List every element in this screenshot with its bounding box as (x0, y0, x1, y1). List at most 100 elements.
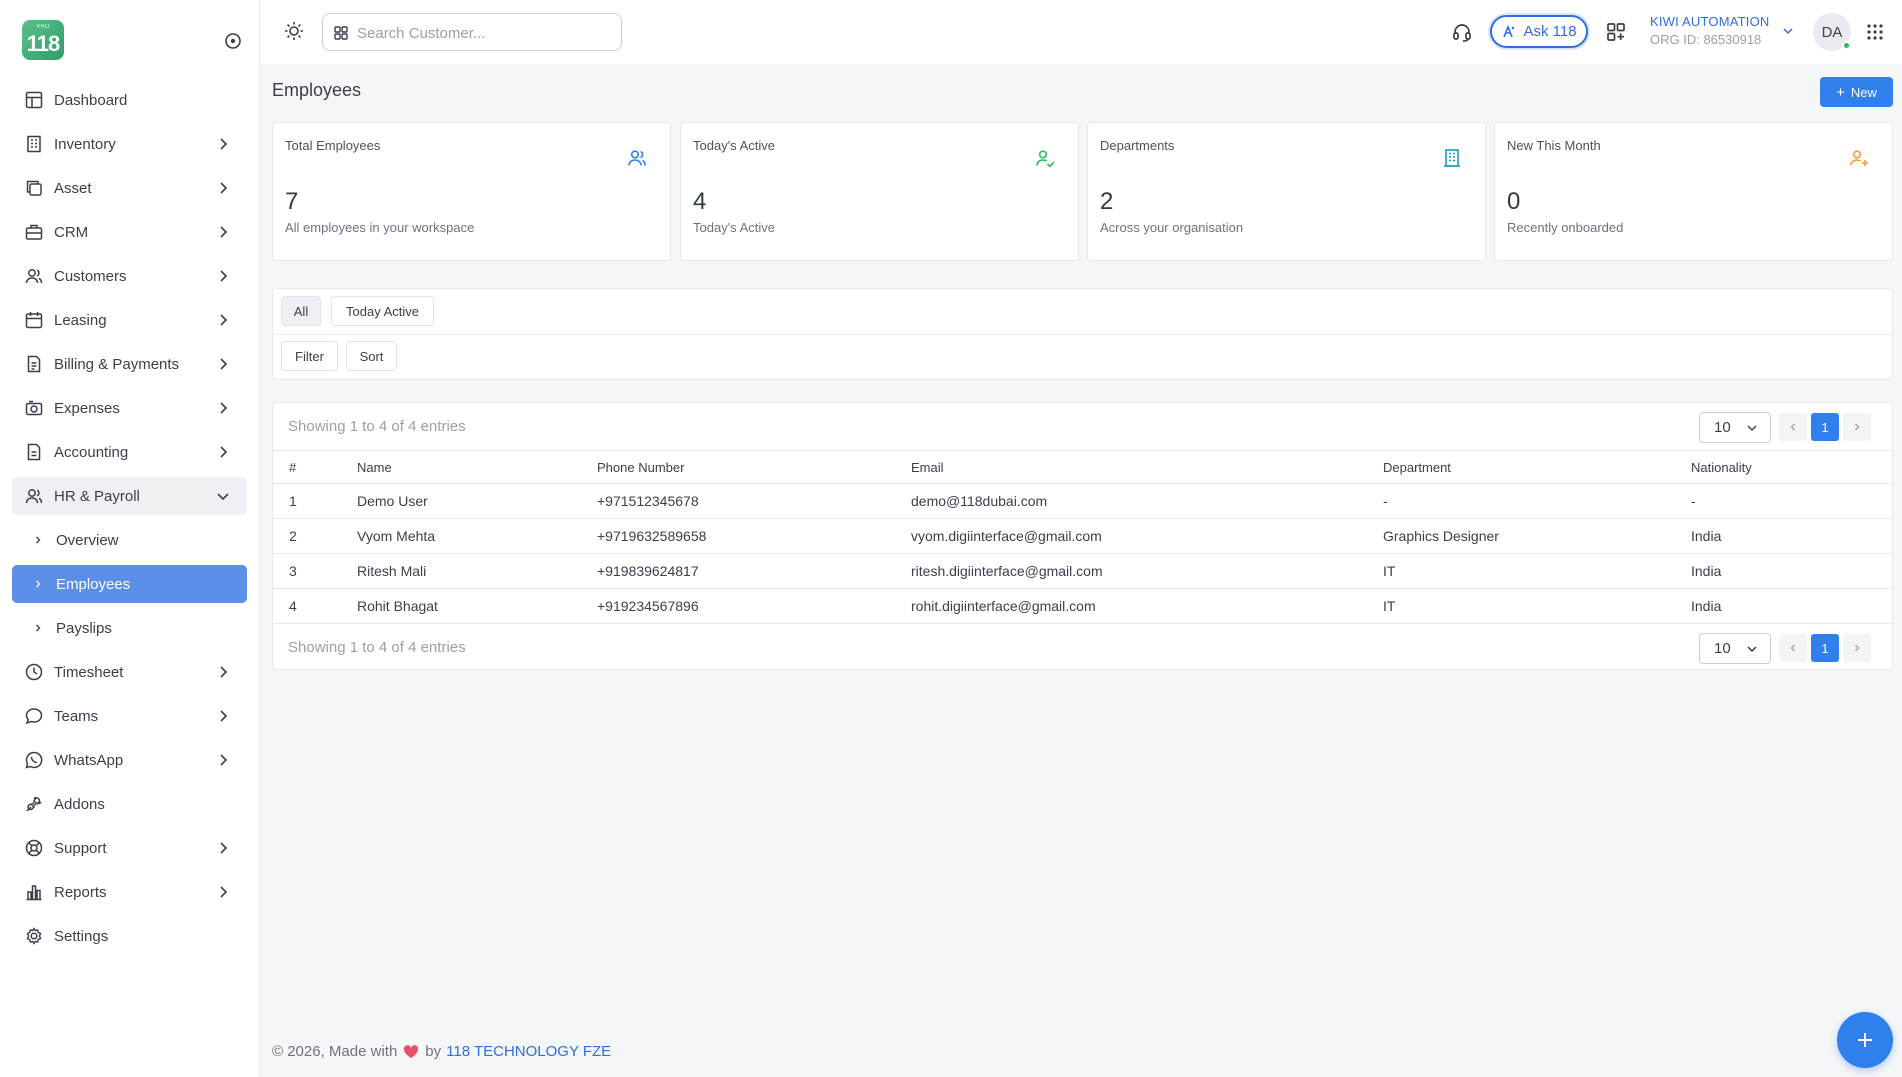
sidebar-item-label: Addons (54, 795, 105, 813)
ask-118-label: Ask 118 (1523, 23, 1577, 40)
sidebar-item-teams[interactable]: Teams (12, 697, 247, 735)
cell-nationality: - (1691, 483, 1894, 519)
user-plus-icon (1850, 150, 1868, 166)
sidebar-item-support[interactable]: Support (12, 829, 247, 867)
tab-today-active[interactable]: Today Active (331, 296, 434, 326)
chevron-right-icon (220, 182, 228, 194)
chevron-right-icon (220, 842, 228, 854)
sidebar-toggle-icon[interactable] (222, 30, 244, 52)
column-header[interactable]: Email (911, 450, 1383, 484)
stat-value: 2 (1100, 188, 1114, 215)
stat-subtext: Recently onboarded (1507, 220, 1624, 235)
sidebar-item-crm[interactable]: CRM (12, 213, 247, 251)
quick-add-button[interactable] (1837, 1012, 1893, 1068)
stat-subtext: All employees in your workspace (285, 220, 475, 235)
divider (273, 334, 1892, 335)
sidebar-item-timesheet[interactable]: Timesheet (12, 653, 247, 691)
cell-name[interactable]: Ritesh Mali (357, 553, 597, 589)
page-size-value: 10 (1714, 640, 1731, 657)
chevron-right-icon (36, 624, 41, 632)
top-bar: Ask 118 KIWI AUTOMATION ORG ID: 86530918… (261, 0, 1902, 64)
sidebar-item-billing-payments[interactable]: Billing & Payments (12, 345, 247, 383)
cell-name[interactable]: Demo User (357, 483, 597, 519)
search-input[interactable] (357, 22, 607, 44)
sidebar-subitem-label: Payslips (56, 619, 112, 637)
chevron-right-icon (220, 886, 228, 898)
sidebar-item-label: Dashboard (54, 91, 128, 109)
headset-icon[interactable] (1451, 21, 1473, 43)
next-page-button-bottom[interactable] (1843, 634, 1871, 662)
column-header[interactable]: Nationality (1691, 450, 1894, 484)
table-row[interactable]: 4 Rohit Bhagat +919234567896 rohit.digii… (273, 588, 1894, 624)
cell-nationality: India (1691, 588, 1894, 624)
sidebar-item-customers[interactable]: Customers (12, 257, 247, 295)
sidebar-item-expenses[interactable]: Expenses (12, 389, 247, 427)
avatar[interactable]: DA (1813, 13, 1851, 51)
table-row[interactable]: 3 Ritesh Mali +919839624817 ritesh.digii… (273, 553, 1894, 589)
cell-index: 4 (273, 588, 357, 624)
tab-all[interactable]: All (281, 296, 321, 326)
footer-company-link[interactable]: 118 TECHNOLOGY FZE (446, 1043, 611, 1060)
theme-toggle-icon[interactable] (283, 20, 305, 42)
app-logo[interactable]: PRO 118 (22, 20, 64, 60)
plus-icon: + (1836, 83, 1845, 101)
entries-info: Showing 1 to 4 of 4 entries (288, 418, 466, 435)
footer: © 2026, Made with by 118 TECHNOLOGY FZE (272, 1043, 611, 1060)
prev-page-button[interactable] (1779, 413, 1807, 441)
sidebar-subitem-overview[interactable]: Overview (12, 521, 247, 559)
org-switcher[interactable]: KIWI AUTOMATION ORG ID: 86530918 (1650, 14, 1780, 47)
sidebar-item-asset[interactable]: Asset (12, 169, 247, 207)
table-row[interactable]: 1 Demo User +971512345678 demo@118dubai.… (273, 483, 1894, 519)
sidebar-subitem-payslips[interactable]: Payslips (12, 609, 247, 647)
filter-button[interactable]: Filter (281, 341, 338, 371)
stat-card-new-this-month: New This Month 0 Recently onboarded (1494, 122, 1893, 261)
sidebar-item-dashboard[interactable]: Dashboard (12, 81, 247, 119)
chevron-down-icon[interactable] (1781, 24, 1795, 38)
new-employee-button[interactable]: + New (1820, 77, 1893, 107)
sort-label: Sort (359, 348, 384, 364)
heart-icon (404, 1044, 419, 1058)
cell-name[interactable]: Vyom Mehta (357, 518, 597, 554)
stat-card-todays-active: Today's Active 4 Today's Active (680, 122, 1079, 261)
table-row[interactable]: 2 Vyom Mehta +9719632589658 vyom.digiint… (273, 518, 1894, 554)
stat-label: Departments (1100, 138, 1175, 153)
stat-card-departments: Departments 2 Across your organisation (1087, 122, 1486, 261)
building-icon (27, 135, 41, 153)
column-header[interactable]: Department (1383, 450, 1691, 484)
user-check-icon (1036, 150, 1055, 168)
sidebar-item-addons[interactable]: Addons (12, 785, 247, 823)
sidebar-item-inventory[interactable]: Inventory (12, 125, 247, 163)
filter-bar: All Today Active Filter Sort (272, 288, 1893, 380)
column-header[interactable]: Name (357, 450, 597, 484)
page-size-select-bottom[interactable]: 10 (1699, 633, 1771, 664)
sidebar-item-whatsapp[interactable]: WhatsApp (12, 741, 247, 779)
sidebar-subitem-employees[interactable]: Employees (12, 565, 247, 603)
prev-page-button-bottom[interactable] (1779, 634, 1807, 662)
sidebar-item-reports[interactable]: Reports (12, 873, 247, 911)
next-page-button[interactable] (1843, 413, 1871, 441)
sidebar-item-label: Reports (54, 883, 107, 901)
filter-label: Filter (295, 348, 324, 364)
page-number-button[interactable]: 1 (1811, 413, 1839, 441)
ask-118-button[interactable]: Ask 118 (1490, 15, 1588, 48)
app-launcher-icon[interactable] (1866, 23, 1884, 41)
sort-button[interactable]: Sort (346, 341, 397, 371)
customer-search[interactable] (322, 13, 622, 51)
sidebar-item-settings[interactable]: Settings (12, 917, 247, 955)
chevron-right-icon (36, 536, 41, 544)
sidebar-item-hr-payroll[interactable]: HR & Payroll (12, 477, 247, 515)
sidebar-item-accounting[interactable]: Accounting (12, 433, 247, 471)
stat-value: 0 (1507, 188, 1521, 215)
chevron-right-icon (220, 446, 228, 458)
page-number-button-bottom[interactable]: 1 (1811, 634, 1839, 662)
sidebar-item-label: Support (54, 839, 107, 857)
apps-add-icon[interactable] (1605, 21, 1627, 43)
column-header[interactable]: Phone Number (597, 450, 911, 484)
sidebar-item-leasing[interactable]: Leasing (12, 301, 247, 339)
column-header[interactable]: # (273, 450, 357, 484)
sidebar-item-label: Customers (54, 267, 127, 285)
page-size-select[interactable]: 10 (1699, 412, 1771, 443)
footer-prefix: © 2026, Made with (272, 1043, 398, 1060)
page-number: 1 (1821, 419, 1829, 435)
cell-name[interactable]: Rohit Bhagat (357, 588, 597, 624)
